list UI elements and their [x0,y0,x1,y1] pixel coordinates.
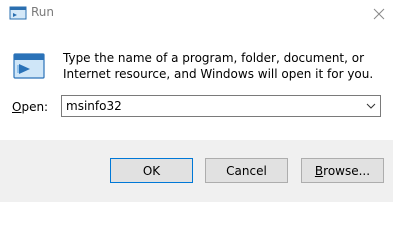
instructions-text: Type the name of a program, folder, docu… [63,51,374,81]
browse-button-label: Browse... [315,164,370,178]
close-button[interactable] [365,0,393,28]
close-icon [373,8,385,20]
browse-accelerator: B [314,163,324,178]
button-bar: OK Cancel Browse... [0,140,393,202]
ok-button-label: OK [142,163,161,178]
run-icon [9,6,27,20]
open-combobox[interactable] [61,95,381,117]
cancel-button[interactable]: Cancel [205,158,288,183]
title-bar: Run [0,0,393,28]
open-dropdown-button[interactable] [362,96,380,116]
ok-button[interactable]: OK [110,158,193,183]
browse-label-rest: rowse... [323,163,371,178]
browse-button[interactable]: Browse... [301,158,384,183]
chevron-down-icon [366,103,376,109]
run-large-icon [12,52,46,80]
open-label-rest: pen: [21,100,49,114]
window-title: Run [31,5,55,19]
cancel-button-label: Cancel [226,163,267,178]
dialog-content: Type the name of a program, folder, docu… [0,28,393,140]
open-input[interactable] [62,96,356,116]
open-label: Open: [12,100,48,114]
